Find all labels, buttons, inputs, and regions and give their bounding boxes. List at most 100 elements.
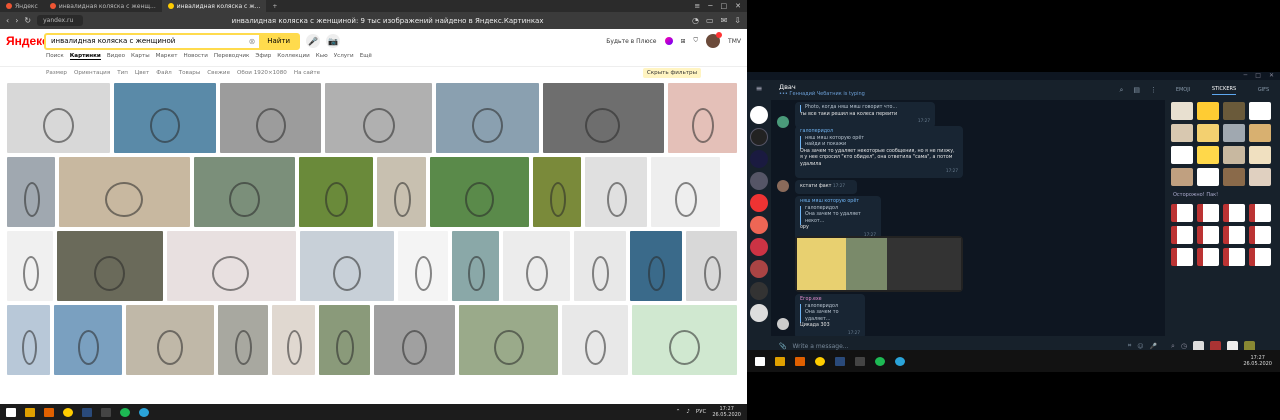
screenshot-photo[interactable] (795, 236, 963, 292)
menu-icon[interactable]: ≡ (750, 84, 768, 102)
downloads-icon[interactable]: ▭ (706, 16, 714, 25)
message[interactable]: Егор.exe галоперидол Она зачем то удаляе… (795, 294, 865, 339)
sticker[interactable] (1249, 226, 1271, 244)
sticker[interactable] (1249, 124, 1271, 142)
image-thumbnail[interactable] (632, 305, 737, 375)
sticker[interactable] (1223, 248, 1245, 266)
close-icon[interactable]: ✕ (1269, 72, 1274, 80)
maximize-icon[interactable]: □ (721, 2, 728, 10)
service-link[interactable]: Маркет (156, 53, 178, 60)
bookmarks-icon[interactable]: ≡ (694, 2, 700, 10)
sticker[interactable] (1171, 204, 1193, 222)
filter-dropdown[interactable]: Цвет (135, 70, 149, 76)
image-thumbnail[interactable] (629, 231, 682, 301)
chat-avatar[interactable] (750, 216, 768, 234)
chat-avatar[interactable] (750, 106, 768, 124)
sticker-tab[interactable]: STICKERS (1211, 86, 1237, 95)
image-thumbnail[interactable] (299, 157, 373, 227)
image-thumbnail[interactable] (651, 157, 720, 227)
sticker[interactable] (1197, 146, 1219, 164)
sticker[interactable] (1249, 248, 1271, 266)
image-thumbnail[interactable] (59, 157, 190, 227)
sidebar-toggle-icon[interactable]: ▤ (1133, 86, 1140, 95)
yandex-browser-icon[interactable] (63, 407, 73, 417)
files-icon[interactable] (44, 407, 54, 417)
image-thumbnail[interactable] (53, 305, 122, 375)
tab-search-1[interactable]: инвалидная коляска с женщ... (44, 0, 162, 12)
clock[interactable]: 17:27 26.05.2020 (712, 406, 741, 418)
camera-icon[interactable]: 📷 (326, 34, 340, 48)
sticker[interactable] (1171, 168, 1193, 186)
service-link[interactable]: Ещё (360, 53, 372, 60)
microphone-icon[interactable]: 🎤 (1150, 343, 1157, 350)
image-thumbnail[interactable] (220, 83, 322, 153)
sticker[interactable] (1197, 248, 1219, 266)
image-thumbnail[interactable] (217, 305, 268, 375)
filter-dropdown[interactable]: Размер (46, 70, 67, 76)
image-thumbnail[interactable] (166, 231, 296, 301)
explorer-icon[interactable] (775, 356, 785, 366)
shield-icon[interactable]: ⛉ (694, 37, 699, 45)
hide-filters-button[interactable]: Скрыть фильтры (642, 68, 701, 78)
steam-icon[interactable] (835, 356, 845, 366)
back-icon[interactable]: ‹ (6, 16, 9, 25)
image-thumbnail[interactable] (573, 231, 626, 301)
sticker[interactable] (1197, 204, 1219, 222)
image-thumbnail[interactable] (271, 305, 315, 375)
sticker[interactable] (1249, 146, 1271, 164)
filter-dropdown[interactable]: Обои 1920×1080 (237, 70, 287, 76)
image-thumbnail[interactable] (451, 231, 499, 301)
sticker[interactable] (1223, 102, 1245, 120)
image-thumbnail[interactable] (194, 157, 295, 227)
image-thumbnail[interactable] (562, 305, 629, 375)
chat-avatar[interactable] (750, 150, 768, 168)
sticker[interactable] (1249, 168, 1271, 186)
yandex-logo[interactable]: Яндекс (6, 34, 49, 48)
image-thumbnail[interactable] (397, 231, 448, 301)
sticker[interactable] (1197, 124, 1219, 142)
explorer-icon[interactable] (25, 407, 35, 417)
files-icon[interactable] (795, 356, 805, 366)
emoji-icon[interactable]: ☺ (1137, 343, 1143, 350)
sticker[interactable] (1197, 168, 1219, 186)
telegram-icon[interactable] (139, 407, 149, 417)
image-thumbnail[interactable] (436, 83, 539, 153)
telegram-icon[interactable] (895, 356, 905, 366)
chat-avatar[interactable] (750, 128, 768, 146)
clock[interactable]: 17:27 26.05.2020 (1243, 355, 1272, 367)
image-thumbnail[interactable] (377, 157, 426, 227)
image-thumbnail[interactable] (7, 83, 111, 153)
sender-avatar[interactable] (777, 318, 789, 330)
clear-icon[interactable]: ⊗ (245, 37, 260, 46)
sticker[interactable] (1171, 248, 1193, 266)
search-icon[interactable]: ⌕ (1119, 86, 1123, 95)
chat-avatar[interactable] (750, 238, 768, 256)
filter-dropdown[interactable]: Тип (117, 70, 128, 76)
more-icon[interactable]: ⋮ (1150, 86, 1157, 95)
volume-icon[interactable]: ♪ (686, 409, 690, 415)
image-thumbnail[interactable] (299, 231, 394, 301)
chat-avatar[interactable] (750, 194, 768, 212)
image-thumbnail[interactable] (685, 231, 737, 301)
sticker[interactable] (1197, 226, 1219, 244)
image-thumbnail[interactable] (114, 83, 217, 153)
image-thumbnail[interactable] (542, 83, 664, 153)
minimize-icon[interactable]: ─ (1244, 72, 1248, 80)
forward-icon[interactable]: › (15, 16, 18, 25)
sticker[interactable] (1223, 146, 1245, 164)
tray-up-icon[interactable]: ⌃ (676, 409, 681, 415)
sticker[interactable] (1197, 102, 1219, 120)
sender-avatar[interactable] (777, 116, 789, 128)
minimize-icon[interactable]: ─ (708, 2, 712, 10)
close-icon[interactable]: ✕ (735, 2, 741, 10)
message[interactable]: Photo, когда няш мяш говорит что... ты в… (795, 102, 935, 128)
service-link[interactable]: Кью (316, 53, 328, 60)
image-thumbnail[interactable] (502, 231, 570, 301)
yandex-browser-icon[interactable] (815, 356, 825, 366)
collections-icon[interactable]: ⊞ (681, 38, 686, 45)
spotify-icon[interactable] (875, 356, 885, 366)
maximize-icon[interactable]: □ (1255, 72, 1261, 80)
steam-icon[interactable] (82, 407, 92, 417)
filter-dropdown[interactable]: На сайте (294, 70, 320, 76)
sticker-tab[interactable]: GIFS (1258, 87, 1269, 93)
